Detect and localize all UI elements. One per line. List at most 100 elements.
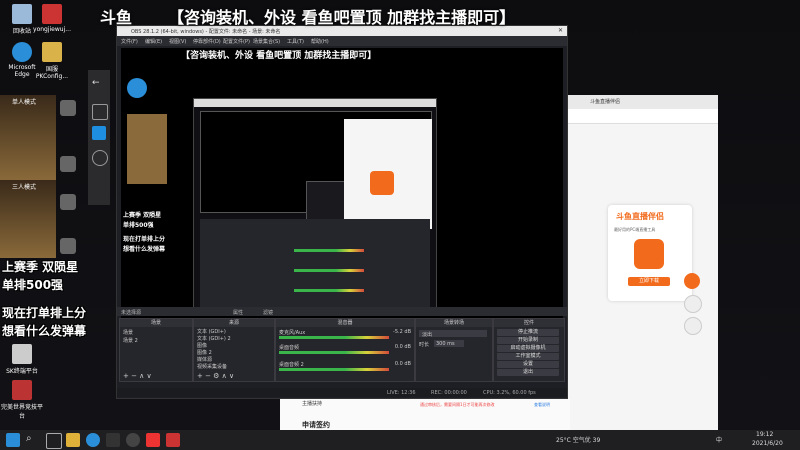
- desktop-icon-pkconfig[interactable]: 国服 PKConfig...: [30, 42, 74, 80]
- settings-icon[interactable]: [684, 317, 702, 335]
- douyu-taskbar-icon[interactable]: [166, 433, 180, 447]
- menu-docks[interactable]: 停靠部件(D): [193, 38, 221, 45]
- stream-banner: 斗鱼 【咨询装机、外设 看鱼吧置顶 加群找主播即可】: [100, 4, 620, 28]
- app-icon: [42, 42, 62, 62]
- menu-tools[interactable]: 工具(T): [287, 38, 304, 45]
- obs-window: OBS 28.1.2 (64-bit, windows) - 配置文件: 未命名…: [116, 25, 568, 399]
- recycle-bin-icon: [12, 4, 32, 24]
- browser-page-bottom: 主播扶持 通过审核后，需要间隔1日才可能再次修改 查看说明 申请签约: [280, 398, 570, 430]
- banner-text: 【咨询装机、外设 看鱼吧置顶 加群找主播即可】: [168, 8, 516, 27]
- clock-date[interactable]: 2021/6/20: [752, 440, 783, 447]
- desktop-icon-sk[interactable]: SK终端平台: [0, 344, 44, 375]
- notice-link[interactable]: 查看说明: [534, 402, 550, 408]
- game-taskbar-icon[interactable]: [146, 433, 160, 447]
- scene-item[interactable]: 场景: [123, 329, 133, 336]
- scenes-panel: 场景 场景 场景 2 + − ∧ ∨: [119, 318, 193, 382]
- sources-panel: 来源 文本 (GDI+) 文本 (GDI+) 2 图像 图像 2 媒体源 视频采…: [193, 318, 275, 382]
- app-icon: [12, 344, 32, 364]
- douyu-logo: 斗鱼: [100, 8, 133, 27]
- mixer-channel-db: 0.0 dB: [394, 361, 411, 367]
- properties-button[interactable]: 属性: [233, 309, 243, 316]
- desktop-icon-perfect-world[interactable]: 完美世界竞技平台: [0, 380, 44, 420]
- exit-button[interactable]: 退出: [497, 369, 559, 376]
- preview-banner: 【咨询装机、外设 看鱼吧置顶 加群找主播即可】: [181, 51, 377, 61]
- download-button[interactable]: 立即下载: [628, 277, 670, 286]
- source-add-icon[interactable]: + − ⚙ ∧ ∨: [197, 372, 234, 380]
- game-icon: [42, 4, 62, 24]
- menu-scene-collection[interactable]: 场景集合(S): [253, 38, 280, 45]
- scene-add-icon[interactable]: + − ∧ ∨: [123, 372, 152, 380]
- cpu-usage: CPU: 3.2%, 60.00 fps: [483, 390, 536, 396]
- preview-card: [127, 114, 167, 184]
- mixer-channel-name: 麦克风/Aux: [279, 330, 306, 336]
- start-button-icon[interactable]: [6, 433, 20, 447]
- edge-icon: [12, 42, 32, 62]
- gear-icon[interactable]: [92, 150, 108, 166]
- source-item[interactable]: 图像: [197, 342, 207, 349]
- scene-transitions-panel: 场景转场 淡出 时长 300 ms: [415, 318, 493, 382]
- source-item[interactable]: 视频采集设备: [197, 363, 227, 370]
- back-arrow-icon[interactable]: ←: [92, 78, 106, 92]
- transition-type-select[interactable]: 淡出: [419, 330, 487, 338]
- obs-preview[interactable]: 【咨询装机、外设 看鱼吧置顶 加群找主播即可】 上赛季 双陨星 单排500强 现…: [121, 48, 563, 324]
- studio-mode-button[interactable]: 工作室模式: [497, 353, 559, 360]
- browser-window: 斗鱼直播伴侣 斗鱼直播伴侣 最好用的PC端直播工具 立即下载: [560, 95, 718, 431]
- source-item[interactable]: 文本 (GDI+) 2: [197, 335, 231, 342]
- virtual-camera-button[interactable]: 启动虚拟摄像机: [497, 345, 559, 352]
- desktop-icon-game[interactable]: yongjiewuj...: [30, 4, 74, 33]
- home-icon[interactable]: [684, 295, 702, 313]
- source-item[interactable]: 媒体源: [197, 356, 212, 363]
- notice-text: 通过审核后，需要间隔1日才可能再次修改: [420, 402, 495, 407]
- ime-indicator[interactable]: 中: [716, 435, 722, 444]
- stop-streaming-button[interactable]: 停止推流: [497, 329, 559, 336]
- app-taskbar-icon[interactable]: [106, 433, 120, 447]
- overlay-line4: 想看什么发弹幕: [2, 324, 87, 338]
- douyu-logo-icon: [634, 239, 664, 269]
- overlay-line1: 上赛季 双陨星: [2, 260, 79, 274]
- move-icon[interactable]: [92, 104, 108, 120]
- transition-duration-input[interactable]: 300 ms: [434, 340, 464, 347]
- overlay-line3: 现在打单排上分: [2, 306, 87, 320]
- mixer-channel-name: 桌面音频 2: [279, 362, 304, 368]
- menu-profile[interactable]: 配置文件(P): [223, 38, 250, 45]
- task-view-icon[interactable]: [46, 433, 62, 449]
- play-icon[interactable]: [684, 273, 700, 289]
- menu-item-support[interactable]: 主播扶持: [302, 400, 322, 407]
- menu-item-sign[interactable]: 申请签约: [302, 420, 330, 430]
- taskbar: ⌕ 25°C 空气优 39 中 19:12 2021/6/20: [0, 430, 800, 450]
- weather-widget[interactable]: 25°C 空气优 39: [556, 435, 600, 444]
- menu-help[interactable]: 帮助(H): [311, 38, 329, 45]
- controls-panel: 控件 停止推流 开始录制 启动虚拟摄像机 工作室模式 设置 退出: [493, 318, 565, 382]
- file-explorer-icon[interactable]: [66, 433, 80, 447]
- source-item[interactable]: 文本 (GDI+): [197, 328, 226, 335]
- settings-button[interactable]: 设置: [497, 361, 559, 368]
- obs-menu-bar: 文件(F) 编辑(E) 视图(V) 停靠部件(D) 配置文件(P) 场景集合(S…: [117, 36, 567, 46]
- mixer-channel-name: 桌面音频: [279, 345, 300, 351]
- overlay-line2: 单排500强: [2, 278, 64, 292]
- side-panel: ←: [88, 70, 110, 205]
- promo-title: 斗鱼直播伴侣: [616, 212, 664, 221]
- close-icon[interactable]: ✕: [558, 27, 563, 34]
- promo-subtitle: 最好用的PC端直播工具: [614, 227, 656, 232]
- menu-edit[interactable]: 编辑(E): [145, 38, 162, 45]
- live-timer: LIVE: 12:36: [387, 390, 416, 396]
- clock-time[interactable]: 19:12: [756, 431, 773, 438]
- promo-card: 斗鱼直播伴侣 最好用的PC端直播工具 立即下载: [608, 205, 692, 301]
- mode-card-trio[interactable]: 三人模式: [0, 180, 56, 258]
- add-icon[interactable]: [92, 126, 106, 140]
- menu-file[interactable]: 文件(F): [121, 38, 138, 45]
- audio-mixer-panel: 混音器 麦克风/Aux -5.2 dB 桌面音频 0.0 dB 桌面音频 2 0…: [275, 318, 415, 382]
- mode-card-single[interactable]: 单人模式: [0, 95, 56, 181]
- nested-obs-capture: [193, 98, 437, 314]
- search-icon[interactable]: ⌕: [26, 433, 40, 447]
- filters-button[interactable]: 滤镜: [263, 309, 273, 316]
- app-icon: [12, 380, 32, 400]
- browser-tab[interactable]: 斗鱼直播伴侣: [560, 95, 718, 109]
- menu-view[interactable]: 视图(V): [169, 38, 186, 45]
- mixer-channel-db: 0.0 dB: [394, 344, 411, 350]
- scene-item[interactable]: 场景 2: [123, 337, 138, 344]
- start-recording-button[interactable]: 开始录制: [497, 337, 559, 344]
- obs-taskbar-icon[interactable]: [126, 433, 140, 447]
- source-item[interactable]: 图像 2: [197, 349, 212, 356]
- edge-taskbar-icon[interactable]: [86, 433, 100, 447]
